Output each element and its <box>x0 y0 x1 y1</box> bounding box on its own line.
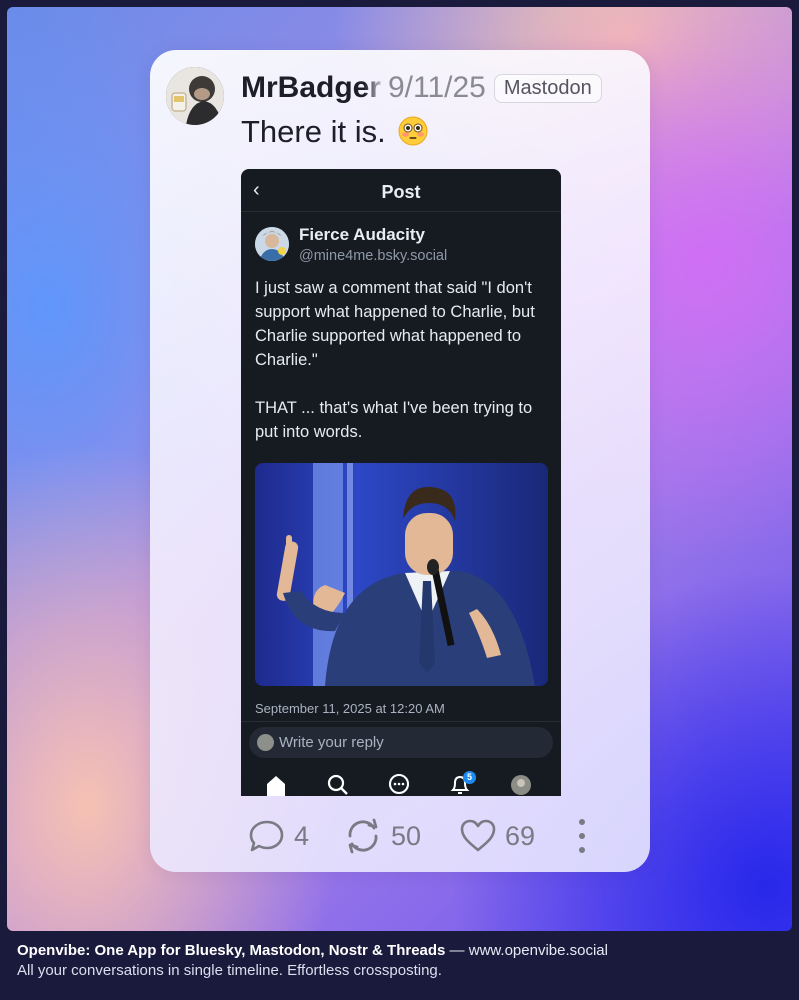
screenshot-divider <box>241 721 561 722</box>
post-text-content: There it is. <box>241 114 386 149</box>
screenshot-timestamp: September 11, 2025 at 12:20 AM <box>255 701 445 716</box>
screenshot-topbar: ‹ Post <box>241 169 561 212</box>
post-actions: 4 50 69 <box>248 812 608 860</box>
repost-button[interactable]: 50 <box>343 812 421 860</box>
footer-tagline: All your conversations in single timelin… <box>17 962 442 979</box>
like-count: 69 <box>505 820 536 851</box>
heart-icon <box>460 819 496 852</box>
reply-count: 4 <box>294 820 310 851</box>
home-icon <box>267 776 285 796</box>
post-header: MrBadger 9/11/25 Mastodon <box>241 68 602 108</box>
footer-line-1: Openvibe: One App for Bluesky, Mastodon,… <box>17 942 787 959</box>
promo-footer: Openvibe: One App for Bluesky, Mastodon,… <box>17 942 787 979</box>
footer-brand: Openvibe: One App for Bluesky, Mastodon,… <box>17 942 446 959</box>
reply-icon <box>249 820 284 852</box>
screenshot-tabbar <box>241 767 561 796</box>
chat-icon <box>388 773 410 795</box>
network-badge: Mastodon <box>493 73 602 103</box>
screenshot-author-name: Fierce Audacity <box>299 225 425 244</box>
footer-url[interactable]: www.openvibe.social <box>469 942 608 959</box>
screenshot-title: Post <box>381 182 421 202</box>
repost-count: 50 <box>391 820 422 851</box>
footer-separator: — <box>445 942 469 959</box>
more-options-icon[interactable] <box>570 817 594 855</box>
screenshot-reply-field: Write your reply <box>249 727 553 758</box>
repost-icon <box>348 818 378 854</box>
flushed-face-emoji <box>398 116 428 146</box>
author-avatar[interactable] <box>166 67 224 125</box>
post-date[interactable]: 9/11/25 <box>388 71 486 105</box>
screenshot-author-handle: @mine4me.bsky.social <box>299 248 448 264</box>
like-button[interactable]: 69 <box>459 812 535 860</box>
search-icon <box>327 774 348 795</box>
post-text: There it is. <box>241 114 428 150</box>
screenshot-post-body: I just saw a comment that said "I don't … <box>255 279 535 441</box>
author-name[interactable]: MrBadger <box>241 71 386 105</box>
screenshot-photo <box>255 463 548 686</box>
notification-badge: 5 <box>463 771 476 784</box>
reply-button[interactable]: 4 <box>248 812 309 860</box>
profile-avatar <box>511 775 531 795</box>
screenshot-author-avatar <box>255 227 289 261</box>
screenshot-reply-placeholder: Write your reply <box>279 734 384 751</box>
embedded-screenshot[interactable]: ‹ Post Fierce Audacity @mine4me.bsky.soc… <box>241 169 561 796</box>
screenshot-reply-avatar <box>257 734 274 751</box>
